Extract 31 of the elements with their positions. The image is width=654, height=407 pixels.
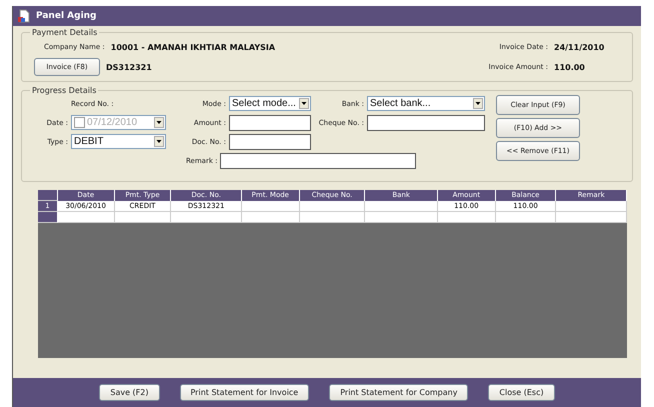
invoice-amount: 110.00 <box>554 62 586 72</box>
table-cell <box>58 212 115 223</box>
table-cell <box>438 212 496 223</box>
footer-button[interactable]: Close (Esc) <box>488 384 555 401</box>
window-title: Panel Aging <box>36 11 96 21</box>
invoice-date: 24/11/2010 <box>554 42 606 52</box>
footer-button[interactable]: Save (F2) <box>99 384 160 401</box>
table-cell <box>496 212 556 223</box>
group-title: Payment Details <box>31 28 98 37</box>
company-name: 10001 - AMANAH IKHTIAR MALAYSIA <box>110 42 276 52</box>
footer-button[interactable]: Print Statement for Invoice <box>180 384 310 401</box>
cheque-number-input[interactable] <box>367 114 485 130</box>
table-cell <box>556 212 628 223</box>
mode-dropdown[interactable]: Select mode... <box>229 96 311 111</box>
remark-input[interactable] <box>220 152 416 168</box>
invoice-number: DS312321 <box>106 62 152 72</box>
table-cell <box>171 212 242 223</box>
footer-button[interactable]: Print Statement for Company <box>329 384 468 401</box>
table-cell <box>300 201 366 212</box>
type-dropdown[interactable]: DEBIT <box>71 134 166 149</box>
bank-dropdown[interactable]: Select bank... <box>367 96 485 111</box>
doc-number-input[interactable] <box>229 134 311 150</box>
table-cell <box>242 201 300 212</box>
group-title: Progress Details <box>31 86 98 95</box>
amount-input[interactable] <box>229 114 311 130</box>
document-icon <box>17 9 31 23</box>
table-cell <box>242 212 300 223</box>
table-cell <box>300 212 366 223</box>
table-cell <box>114 212 172 223</box>
table-cell <box>556 201 628 212</box>
row-header <box>38 212 58 223</box>
